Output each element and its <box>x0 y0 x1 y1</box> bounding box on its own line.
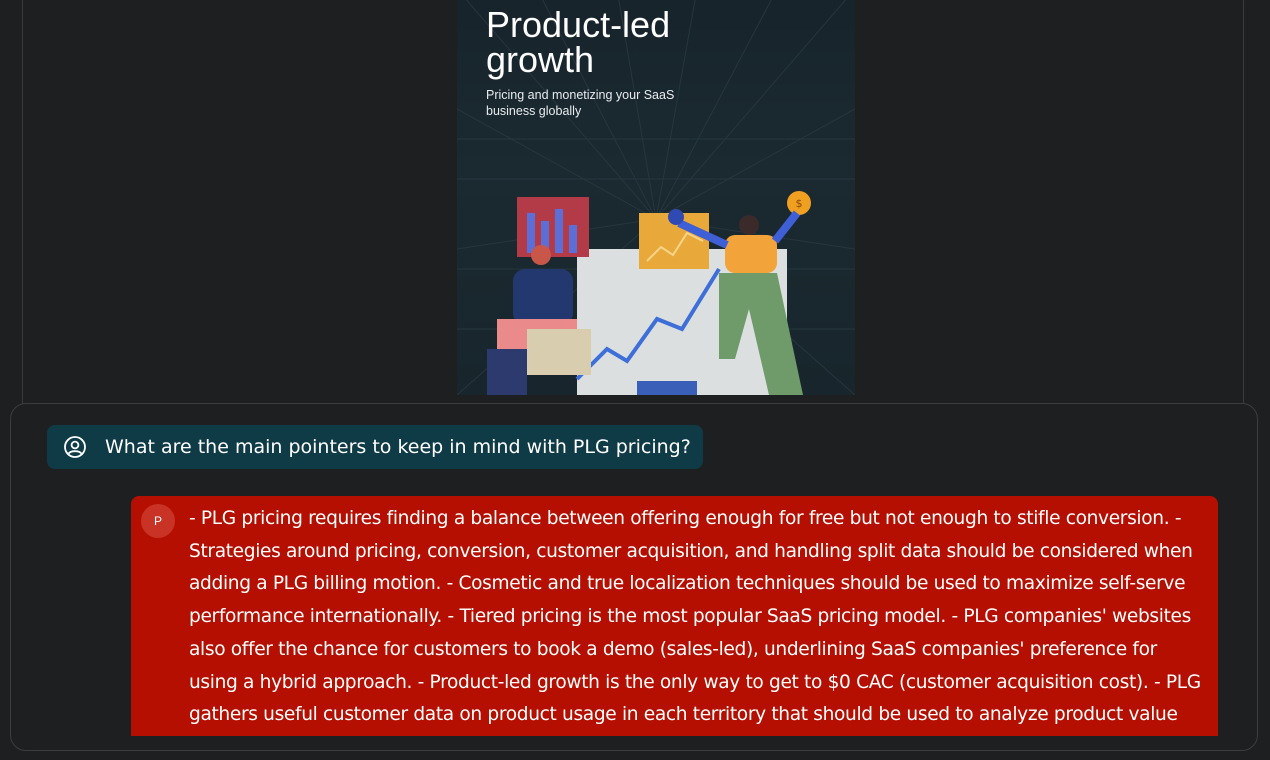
user-message-text: What are the main pointers to keep in mi… <box>105 436 691 458</box>
assistant-message-text: - PLG pricing requires finding a balance… <box>189 508 1201 726</box>
chat-panel: What are the main pointers to keep in mi… <box>10 403 1258 751</box>
cover-subtitle: Pricing and monetizing your SaaS busines… <box>486 88 675 118</box>
document-viewer: Product-led growth Pricing and monetizin… <box>22 0 1244 418</box>
assistant-message-bubble: P - PLG pricing requires finding a balan… <box>131 496 1218 736</box>
illustration: $ <box>487 191 811 395</box>
user-message-bubble: What are the main pointers to keep in mi… <box>47 425 703 469</box>
cover-title: Product-led growth <box>486 4 671 80</box>
document-cover-image: Product-led growth Pricing and monetizin… <box>457 0 855 395</box>
assistant-avatar: P <box>141 504 175 538</box>
user-account-icon <box>63 435 87 459</box>
svg-text:$: $ <box>796 197 803 210</box>
